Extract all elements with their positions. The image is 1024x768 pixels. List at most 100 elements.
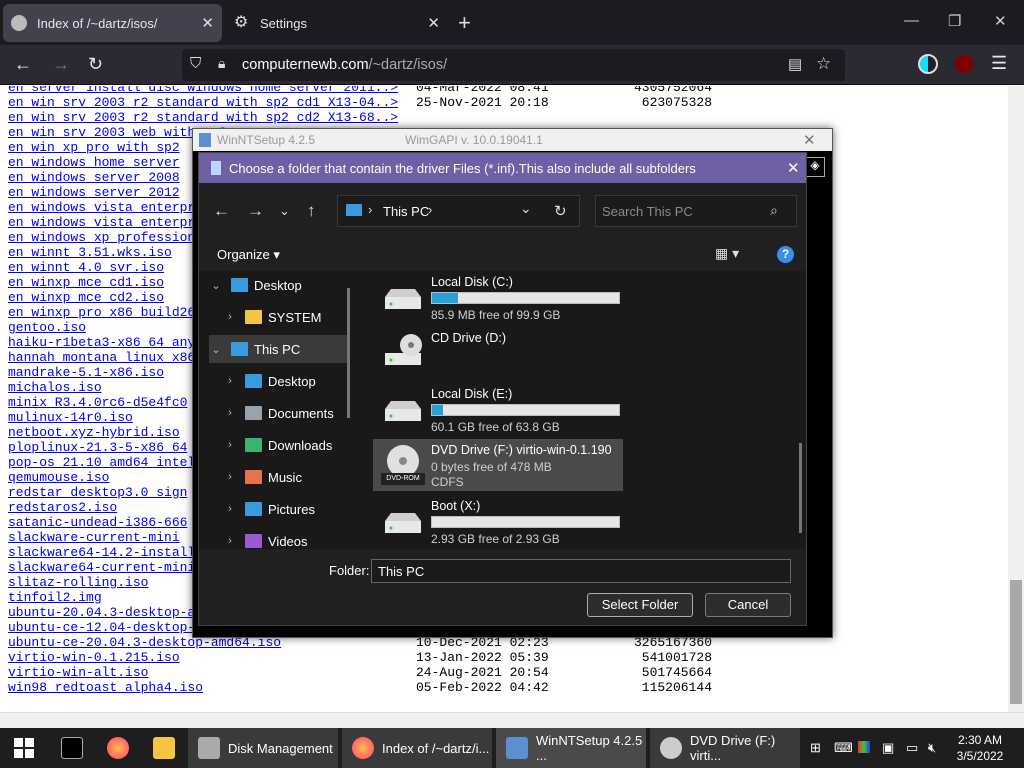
file-explorer-taskbar-icon[interactable]	[142, 728, 186, 768]
file-link[interactable]: en_windows_home_server	[8, 155, 180, 170]
collapse-chevron-icon[interactable]: ›	[223, 535, 237, 547]
tree-item[interactable]: › Pictures	[223, 495, 349, 523]
terminal-taskbar-icon[interactable]	[52, 728, 92, 768]
volume-muted-icon[interactable]: 🔇︎	[928, 740, 936, 756]
lock-icon[interactable]: 🔒︎	[218, 55, 225, 72]
url-bar[interactable]: ⛉ 🔒︎ computernewb.com/~dartz/isos/ ▤ ☆	[182, 49, 845, 81]
minimize-icon[interactable]: —	[904, 12, 919, 29]
file-link[interactable]: hannah_montana_linux_x86	[8, 350, 195, 365]
dark-reader-icon[interactable]	[918, 54, 938, 74]
clock[interactable]: 2:30 AM 3/5/2022	[950, 732, 1010, 764]
select-folder-button[interactable]: Select Folder	[587, 593, 693, 617]
cancel-button[interactable]: Cancel	[705, 593, 791, 617]
drive-item[interactable]: DVD-ROM DVD Drive (F:) virtio-win-0.1.190…	[373, 439, 623, 491]
file-link[interactable]: en_windows_xp_professional	[8, 230, 211, 245]
close-tab-icon[interactable]: ✕	[427, 14, 440, 32]
content-scrollbar[interactable]	[799, 443, 802, 533]
drive-item[interactable]: Boot (X:) 2.93 GB free of 2.93 GB	[373, 495, 623, 547]
file-link[interactable]: virtio-win-0.1.215.iso	[8, 650, 180, 665]
shield-icon[interactable]: ⛉	[190, 55, 201, 72]
page-scrollbar-thumb[interactable]	[1010, 580, 1022, 704]
tree-item[interactable]: › Videos	[223, 527, 349, 549]
drive-item[interactable]: Local Disk (E:) 60.1 GB free of 63.8 GB	[373, 383, 623, 435]
bookmark-star-icon[interactable]: ☆	[816, 54, 831, 74]
forward-icon[interactable]: →	[247, 201, 264, 221]
new-tab-button[interactable]: +	[458, 10, 471, 36]
file-link[interactable]: en_winxp_mce_cd2.iso	[8, 290, 164, 305]
collapse-chevron-icon[interactable]: ›	[223, 439, 237, 451]
file-link[interactable]: satanic-undead-i386-666	[8, 515, 187, 530]
tree-item[interactable]: › Music	[223, 463, 349, 491]
file-link[interactable]: en_winxp_pro_x86_build2600	[8, 305, 211, 320]
firefox-taskbar-icon[interactable]	[96, 728, 140, 768]
tree-item[interactable]: › Desktop	[223, 367, 349, 395]
horizontal-scrollbar[interactable]	[0, 712, 1024, 728]
file-link[interactable]: en_win_xp_pro_with_sp2	[8, 140, 180, 155]
start-button[interactable]	[0, 728, 48, 768]
file-link[interactable]: en_winnt_4.0_svr.iso	[8, 260, 164, 275]
tree-item[interactable]: ⌄ Desktop	[209, 271, 349, 299]
file-link[interactable]: gentoo.iso	[8, 320, 86, 335]
tree-item[interactable]: ⌄ This PC	[209, 335, 349, 363]
network-tray-icon[interactable]: ⊞	[810, 740, 821, 756]
settings-icon[interactable]: ◈	[805, 157, 825, 177]
file-link[interactable]: pop-os_21.10_amd64_intel	[8, 455, 195, 470]
file-link[interactable]: en_windows_vista_enterprise	[8, 200, 219, 215]
collapse-chevron-icon[interactable]: ›	[223, 503, 237, 515]
file-link[interactable]: qemumouse.iso	[8, 470, 109, 485]
file-link[interactable]: slackware64-14.2-install	[8, 545, 195, 560]
file-link[interactable]: mandrake-5.1-x86.iso	[8, 365, 164, 380]
ublock-icon[interactable]	[955, 55, 973, 73]
restore-icon[interactable]: ❐	[948, 12, 961, 30]
file-link[interactable]: en_win_srv_2003_r2_standard_with_sp2_cd2…	[8, 110, 398, 125]
file-link[interactable]: redstar_desktop3.0_sign	[8, 485, 187, 500]
help-icon[interactable]: ?	[777, 246, 794, 263]
taskbar-item-dvd-drive[interactable]: DVD Drive (F:) virti...	[650, 728, 800, 768]
file-link[interactable]: tinfoil2.img	[8, 590, 102, 605]
reader-view-icon[interactable]: ▤	[788, 55, 802, 73]
up-icon[interactable]: ↑	[307, 201, 316, 221]
file-link[interactable]: en_winxp_mce_cd1.iso	[8, 275, 164, 290]
file-link[interactable]: en_win_srv_2003_r2_standard_with_sp2_cd1…	[8, 95, 398, 110]
refresh-icon[interactable]: ↻	[554, 202, 567, 220]
collapse-chevron-icon[interactable]: ›	[223, 375, 237, 387]
file-link[interactable]: mulinux-14r0.iso	[8, 410, 133, 425]
file-link[interactable]: en_windows_vista_enterprise	[8, 215, 219, 230]
view-options-icon[interactable]: ▦ ▾	[715, 245, 739, 262]
file-link[interactable]: slackware64-current-mini	[8, 560, 195, 575]
color-tray-icon[interactable]	[858, 741, 870, 753]
collapse-chevron-icon[interactable]: ›	[223, 407, 237, 419]
file-link[interactable]: en_windows_server_2012	[8, 185, 180, 200]
close-dialog-icon[interactable]: ✕	[787, 159, 800, 177]
collapse-chevron-icon[interactable]: ›	[223, 471, 237, 483]
hamburger-menu-icon[interactable]: ☰	[991, 53, 1007, 74]
file-link[interactable]: en_windows_server_2008	[8, 170, 180, 185]
collapse-chevron-icon[interactable]: ›	[223, 311, 237, 323]
drive-item[interactable]: Local Disk (C:) 85.9 MB free of 99.9 GB	[373, 271, 623, 323]
close-window-icon[interactable]: ✕	[803, 131, 816, 149]
taskbar-item-disk-management[interactable]: Disk Management	[188, 728, 338, 768]
expand-chevron-icon[interactable]: ⌄	[209, 343, 223, 356]
close-tab-icon[interactable]: ✕	[201, 14, 214, 32]
search-input[interactable]: Search This PC ⌕	[595, 195, 797, 227]
tree-scrollbar[interactable]	[347, 288, 350, 418]
folder-input[interactable]	[371, 559, 791, 583]
file-link[interactable]: win98_redtoast_alpha4.iso	[8, 680, 203, 695]
file-link[interactable]: slackware-current-mini	[8, 530, 180, 545]
tree-item[interactable]: › Documents	[223, 399, 349, 427]
monitor-tray-icon[interactable]: ▭	[906, 740, 918, 756]
keyboard-tray-icon[interactable]: ⌨	[834, 740, 853, 756]
organize-button[interactable]: Organize ▾	[217, 247, 280, 263]
taskbar-item-firefox[interactable]: Index of /~dartz/i...	[342, 728, 492, 768]
file-link[interactable]: en_winnt_3.51.wks.iso	[8, 245, 172, 260]
reload-icon[interactable]: ↻	[88, 54, 103, 75]
forward-icon[interactable]: →	[52, 54, 70, 75]
tree-item[interactable]: › Downloads	[223, 431, 349, 459]
address-dropdown-icon[interactable]: ⌄	[520, 200, 532, 217]
file-link[interactable]: netboot.xyz-hybrid.iso	[8, 425, 180, 440]
taskbar-item-winntsetup[interactable]: WinNTSetup 4.2.5 ...	[496, 728, 646, 768]
expand-chevron-icon[interactable]: ⌄	[209, 279, 223, 292]
file-link[interactable]: ploplinux-21.3-5-x86_64	[8, 440, 187, 455]
drive-item[interactable]: CD Drive (D:)	[373, 327, 623, 379]
file-link[interactable]: virtio-win-alt.iso	[8, 665, 148, 680]
